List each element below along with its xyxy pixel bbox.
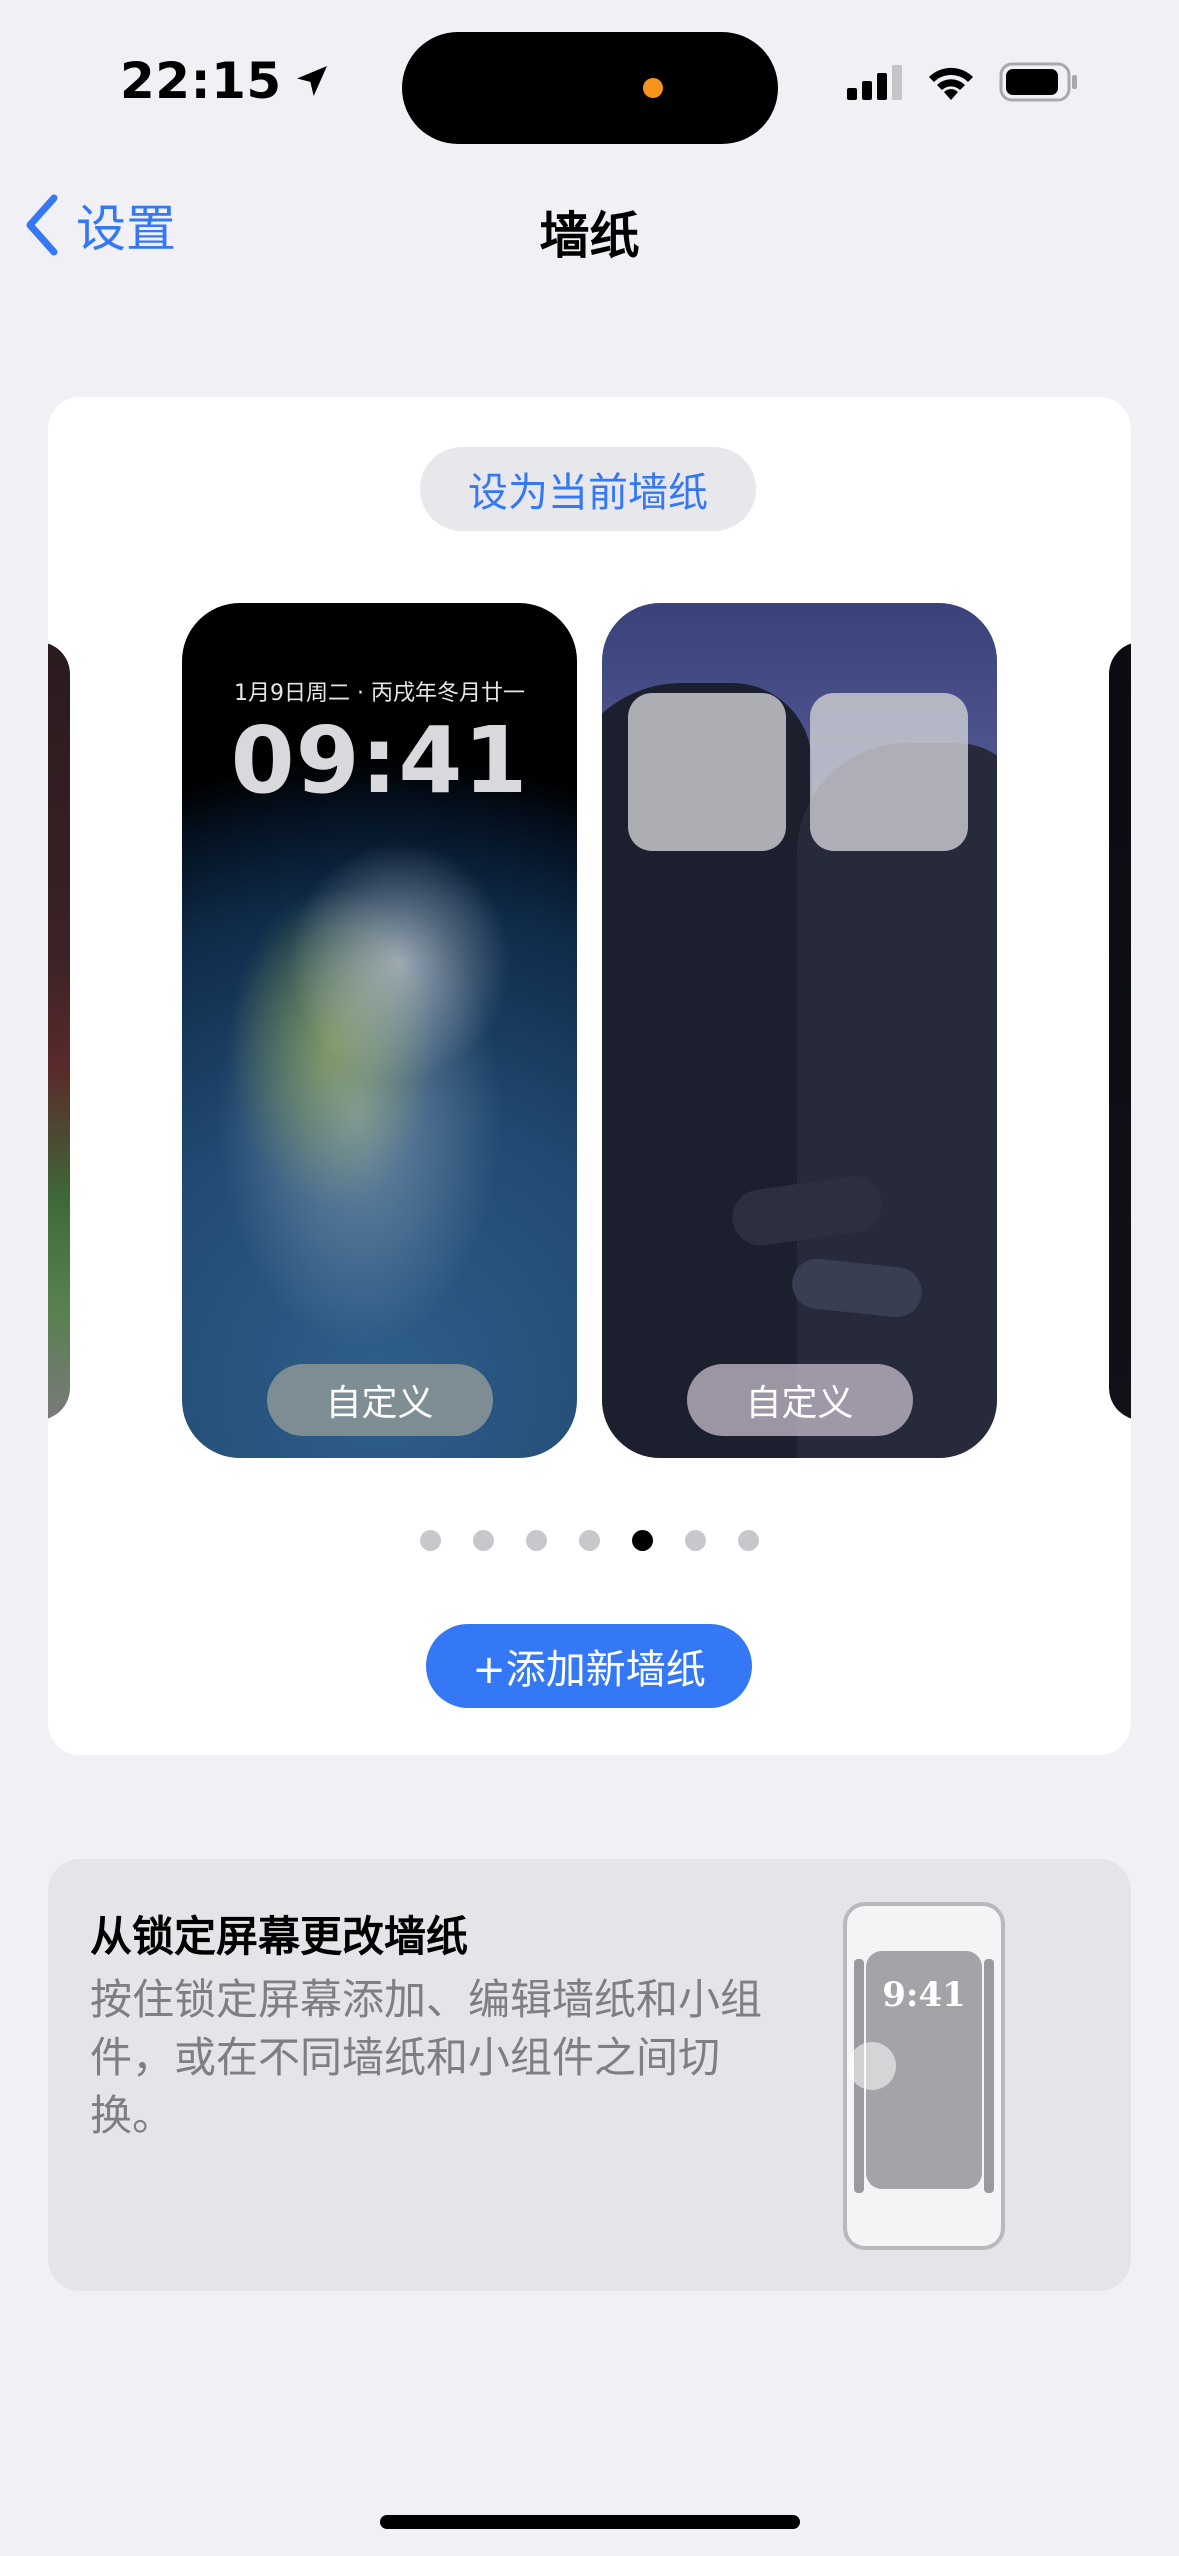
wallpaper-preview-anime-couple[interactable]: 自定义 [602,603,997,1458]
page-indicator[interactable] [48,1530,1131,1551]
time-label: 22:15 [120,52,282,110]
page-dot[interactable] [579,1530,600,1551]
customize-button[interactable]: 自定义 [686,1364,913,1436]
customize-button[interactable]: 自定义 [266,1364,493,1436]
home-widget-placeholder [810,693,968,851]
add-new-wallpaper-button[interactable]: +添加新墙纸 [426,1624,752,1708]
change-wallpaper-tip-card: 从锁定屏幕更改墙纸 按住锁定屏幕添加、编辑墙纸和小组件，或在不同墙纸和小组件之间… [48,1859,1131,2291]
previous-wallpaper-preview[interactable] [48,642,70,1420]
page-dot[interactable] [632,1530,653,1551]
page-dot[interactable] [473,1530,494,1551]
dynamic-island [402,32,778,144]
page-dot[interactable] [420,1530,441,1551]
wallpaper-gallery-card: 设为当前墙纸 1月9日周二 · 丙戌年冬月廿一 09:41 自定义 自定义 +添… [48,397,1131,1755]
home-widget-placeholder [628,693,786,851]
status-bar-time: 22:15 [120,52,332,110]
location-arrow-icon [296,66,327,96]
tip-title: 从锁定屏幕更改墙纸 [90,1912,469,1961]
page-dot[interactable] [738,1530,759,1551]
battery-icon [999,62,1077,102]
wifi-icon [929,67,973,100]
recording-indicator-dot [643,78,663,98]
next-wallpaper-preview[interactable] [1109,642,1131,1420]
lock-screen-time: 09:41 [230,707,529,814]
wallpaper-preview-earth[interactable]: 1月9日周二 · 丙戌年冬月廿一 09:41 自定义 [182,603,577,1458]
set-current-wallpaper-button[interactable]: 设为当前墙纸 [420,447,756,531]
lock-screen-date: 1月9日周二 · 丙戌年冬月廿一 [234,681,525,706]
lock-screen-illustration-icon: 9:41 [843,1902,1005,2250]
illustration-time: 9:41 [882,1975,966,2015]
cellular-signal-icon [847,65,902,100]
page-dot[interactable] [526,1530,547,1551]
status-bar-right [847,62,1079,102]
page-title: 墙纸 [539,207,640,265]
tip-body: 按住锁定屏幕添加、编辑墙纸和小组件，或在不同墙纸和小组件之间切换。 [90,1975,763,2140]
home-indicator[interactable] [380,2515,800,2529]
page-dot[interactable] [685,1530,706,1551]
